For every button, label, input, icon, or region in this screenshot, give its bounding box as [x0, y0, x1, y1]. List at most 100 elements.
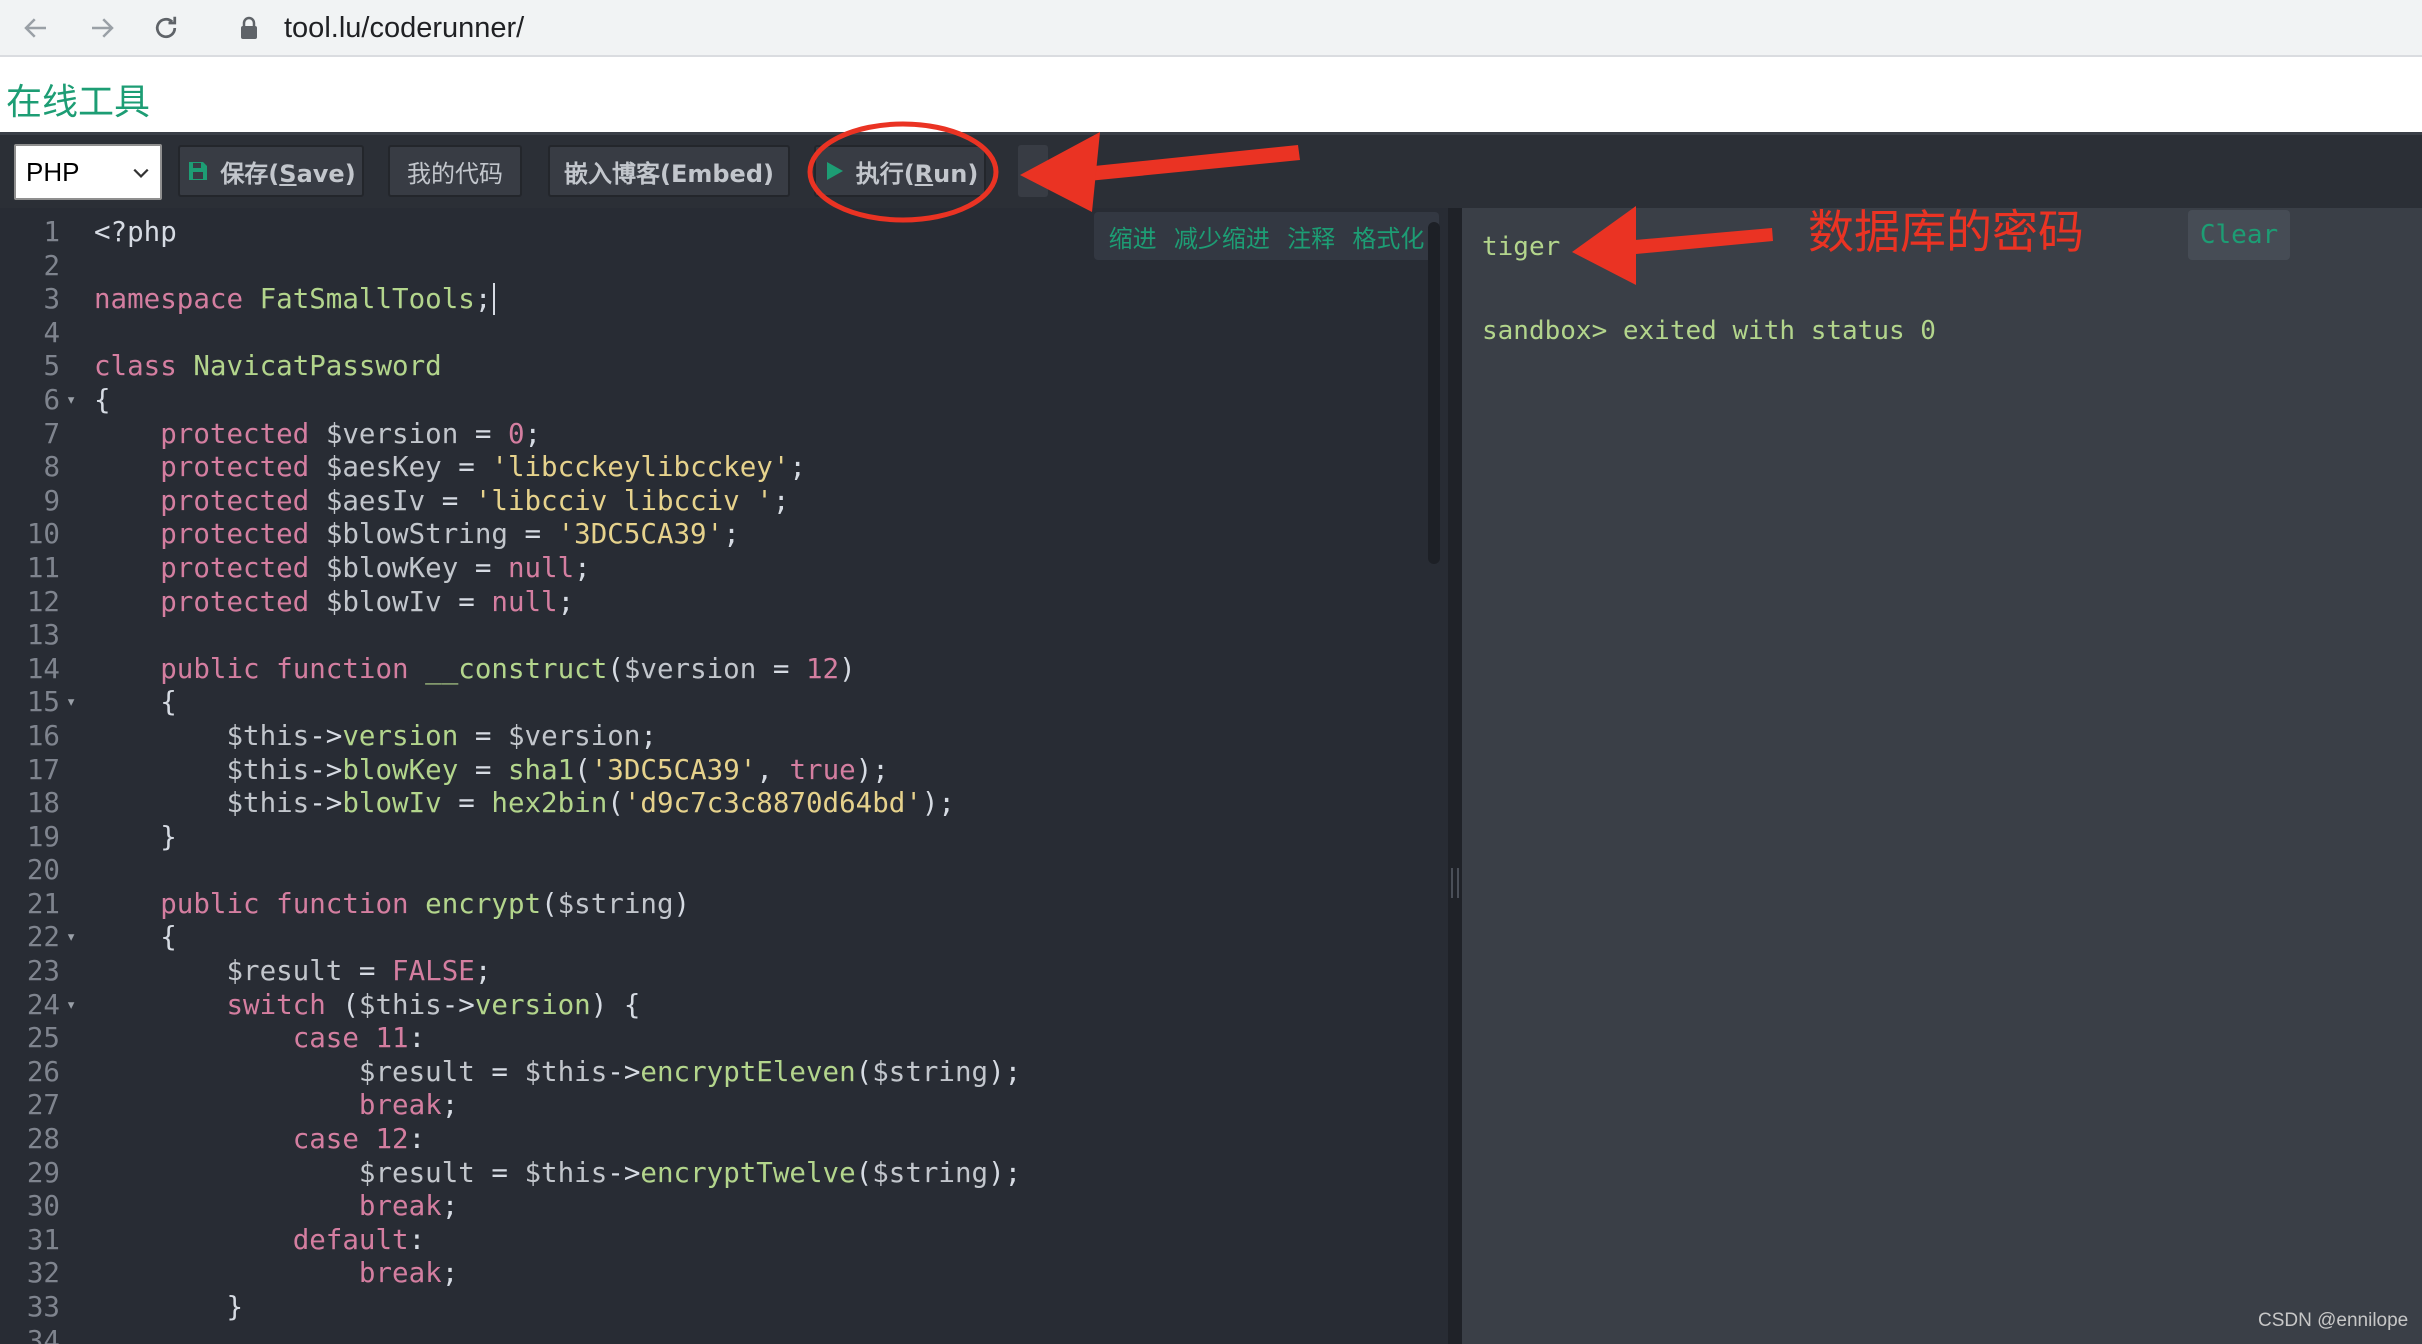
line-number: 1 — [43, 216, 60, 248]
code-text: $this->version = $version; — [226, 719, 657, 752]
code-line: 28 case 12: — [0, 1123, 1448, 1157]
code-line: 11 protected $blowKey = null; — [0, 552, 1448, 586]
code-text: { — [94, 921, 177, 954]
comment-button[interactable]: 注释 — [1287, 219, 1335, 254]
panel-splitter[interactable] — [1448, 208, 1462, 1344]
code-line: 20 — [0, 854, 1448, 888]
line-number: 26 — [26, 1055, 60, 1088]
code-text: protected $blowString = '3DC5CA39'; — [160, 518, 740, 551]
code-text: public function __construct($version = 1… — [160, 652, 856, 685]
code-line: 33 } — [0, 1291, 1448, 1325]
line-number: 10 — [26, 518, 60, 551]
editor-scrollbar[interactable] — [1428, 222, 1440, 564]
url-text: tool.lu/coderunner/ — [284, 11, 525, 44]
my-code-button-label: 我的代码 — [407, 159, 503, 188]
code-text: } — [94, 1291, 244, 1323]
code-line: 16 $this->version = $version; — [0, 720, 1448, 754]
back-button[interactable] — [14, 6, 58, 50]
code-line: 27 break; — [0, 1089, 1448, 1123]
code-line: 18 $this->blowIv = hex2bin('d9c7c3c8870d… — [0, 787, 1448, 821]
overflow-button[interactable] — [1018, 145, 1048, 197]
line-number: 22 — [26, 921, 60, 954]
code-line: 3 namespace FatSmallTools; — [0, 283, 1448, 317]
line-number: 27 — [26, 1089, 60, 1122]
address-bar[interactable]: tool.lu/coderunner/ — [212, 4, 2412, 52]
site-title-link[interactable]: 在线工具 — [6, 73, 150, 125]
language-select[interactable]: PHP — [14, 144, 162, 200]
line-number: 19 — [26, 820, 60, 853]
site-header: 在线工具 — [0, 59, 2422, 132]
line-number: 11 — [26, 551, 60, 584]
code-text: default: — [292, 1223, 426, 1256]
line-number: 12 — [26, 585, 60, 618]
line-number: 4 — [43, 316, 60, 349]
code-line: 10 protected $blowString = '3DC5CA39'; — [0, 518, 1448, 552]
code-text: $result = FALSE; — [226, 955, 492, 988]
line-number: 23 — [26, 955, 60, 988]
save-button[interactable]: 保存(Save) — [178, 145, 364, 197]
code-text: break; — [358, 1089, 459, 1122]
fold-triangle-icon[interactable]: ▾ — [66, 921, 76, 955]
code-text: } — [94, 820, 177, 853]
code-text: break; — [358, 1190, 459, 1223]
outdent-button[interactable]: 减少缩进 — [1174, 219, 1270, 254]
run-button[interactable]: 执行(Run) — [814, 145, 986, 197]
code-text: <?php — [94, 216, 177, 248]
code-line: 14 public function __construct($version … — [0, 653, 1448, 687]
line-number: 3 — [43, 283, 60, 316]
code-line: 12 protected $blowIv = null; — [0, 586, 1448, 620]
line-number: 17 — [26, 753, 60, 786]
code-line: 19 } — [0, 821, 1448, 855]
code-text: class NavicatPassword — [94, 350, 442, 383]
code-line: 17 $this->blowKey = sha1('3DC5CA39', tru… — [0, 754, 1448, 788]
code-line: 29 $result = $this->encryptTwelve($strin… — [0, 1157, 1448, 1191]
line-number: 16 — [26, 719, 60, 752]
forward-button[interactable] — [80, 6, 124, 50]
output-line: sandbox> exited with status 0 — [1482, 316, 1936, 346]
line-number: 6 — [43, 383, 60, 416]
fold-triangle-icon[interactable]: ▾ — [66, 686, 76, 720]
line-number: 2 — [43, 249, 60, 282]
clear-button[interactable]: Clear — [2188, 210, 2290, 260]
lock-icon — [232, 11, 266, 45]
code-text: namespace FatSmallTools; — [94, 283, 496, 317]
reload-icon — [155, 16, 177, 39]
fold-triangle-icon[interactable]: ▾ — [66, 384, 76, 418]
arrow-left-icon — [24, 18, 46, 38]
code-text: $result = $this->encryptTwelve($string); — [358, 1156, 1022, 1189]
code-editor[interactable]: 1 <?php 2 3 namespace FatSmallTools; 4 5 class … — [0, 208, 1448, 1344]
code-text: { — [94, 383, 111, 416]
fold-triangle-icon[interactable]: ▾ — [66, 989, 76, 1023]
browser-toolbar: tool.lu/coderunner/ — [0, 0, 2422, 57]
splitter-grip-icon[interactable] — [1451, 868, 1459, 898]
line-number: 33 — [26, 1291, 60, 1323]
code-line: 7 protected $version = 0; — [0, 418, 1448, 452]
embed-button[interactable]: 嵌入博客(Embed) — [548, 145, 790, 197]
code-line: 22 ▾ { — [0, 921, 1448, 955]
code-line: 24 ▾ switch ($this->version) { — [0, 989, 1448, 1023]
format-button[interactable]: 格式化 — [1352, 219, 1424, 254]
code-text: $this->blowKey = sha1('3DC5CA39', true); — [226, 753, 889, 786]
output-line: tiger — [1482, 232, 1561, 262]
code-line: 15 ▾ { — [0, 686, 1448, 720]
embed-button-label: 嵌入博客(Embed) — [564, 159, 774, 188]
editor-actions: 缩进 减少缩进 注释 格式化 — [1094, 212, 1439, 260]
line-number: 31 — [26, 1223, 60, 1256]
arrow-right-icon — [92, 18, 114, 38]
code-line: 32 break; — [0, 1257, 1448, 1291]
indent-button[interactable]: 缩进 — [1109, 219, 1157, 254]
annotation-text: 数据库的密码 — [1808, 205, 2084, 259]
code-line: 5 class NavicatPassword — [0, 350, 1448, 384]
line-number: 21 — [26, 887, 60, 920]
my-code-button[interactable]: 我的代码 — [388, 145, 522, 197]
code-text: protected $blowKey = null; — [160, 551, 591, 584]
code-line: 34 — [0, 1325, 1448, 1344]
line-number: 9 — [43, 484, 60, 517]
floppy-disk-icon — [189, 162, 208, 180]
language-select-value: PHP — [26, 156, 80, 187]
line-number: 13 — [26, 619, 60, 652]
reload-button[interactable] — [144, 6, 188, 50]
code-text: switch ($this->version) { — [226, 988, 641, 1021]
save-button-label: 保存(Save) — [220, 159, 356, 188]
code-text: $this->blowIv = hex2bin('d9c7c3c8870d64b… — [226, 787, 955, 820]
